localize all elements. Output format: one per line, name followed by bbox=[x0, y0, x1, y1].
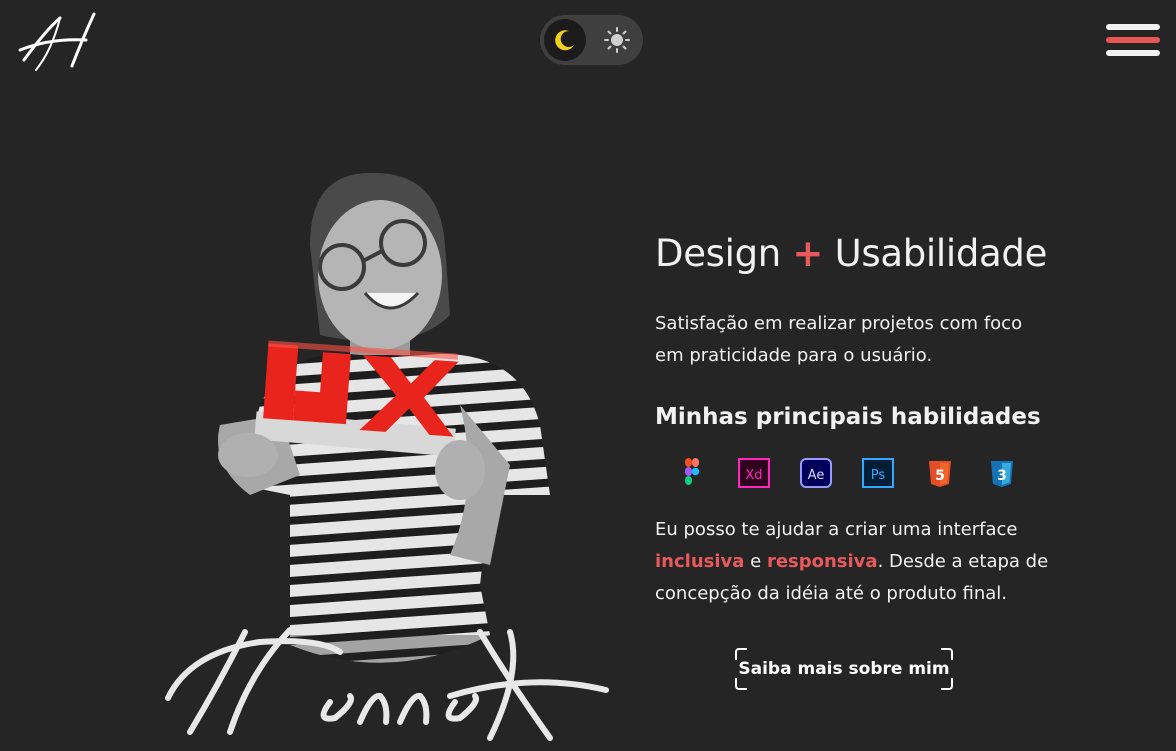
hero-content: Design + Usabilidade Satisfação em reali… bbox=[655, 228, 1125, 690]
after-effects-icon: Ae bbox=[799, 456, 833, 490]
svg-text:Ae: Ae bbox=[808, 468, 825, 483]
headline-usability: Usabilidade bbox=[834, 232, 1048, 275]
highlight-responsive: responsiva bbox=[766, 551, 878, 572]
svg-text:Xd: Xd bbox=[745, 468, 762, 483]
sun-icon[interactable] bbox=[604, 27, 630, 53]
help-text: Eu posso te ajudar a criar uma interface… bbox=[655, 514, 1055, 610]
page-title: Design + Usabilidade bbox=[655, 228, 1125, 280]
adobe-xd-icon: Xd bbox=[737, 456, 771, 490]
help-text-part2: e bbox=[744, 551, 767, 572]
intro-text: Satisfação em realizar projetos com foco… bbox=[655, 313, 1023, 366]
skills-title: Minhas principais habilidades bbox=[655, 404, 1041, 430]
highlight-inclusive: inclusiva bbox=[655, 551, 745, 572]
photoshop-icon: Ps bbox=[861, 456, 895, 490]
signature-logo bbox=[150, 612, 620, 746]
logo-icon[interactable] bbox=[16, 10, 100, 74]
headline-design: Design bbox=[655, 232, 781, 275]
hamburger-menu-icon[interactable] bbox=[1104, 20, 1162, 60]
help-text-part1: Eu posso te ajudar a criar uma interface bbox=[655, 519, 1018, 540]
svg-text:3: 3 bbox=[997, 468, 1007, 484]
svg-text:Ps: Ps bbox=[871, 468, 886, 483]
css3-icon: 3 bbox=[985, 456, 1019, 490]
theme-toggle[interactable] bbox=[540, 15, 643, 65]
moon-icon[interactable] bbox=[544, 19, 586, 61]
figma-icon bbox=[675, 456, 709, 490]
svg-text:5: 5 bbox=[935, 468, 945, 484]
about-me-button[interactable]: Saiba mais sobre mim bbox=[735, 648, 953, 690]
html5-icon: 5 bbox=[923, 456, 957, 490]
headline-plus: + bbox=[792, 232, 824, 275]
about-me-button-label: Saiba mais sobre mim bbox=[738, 659, 950, 679]
